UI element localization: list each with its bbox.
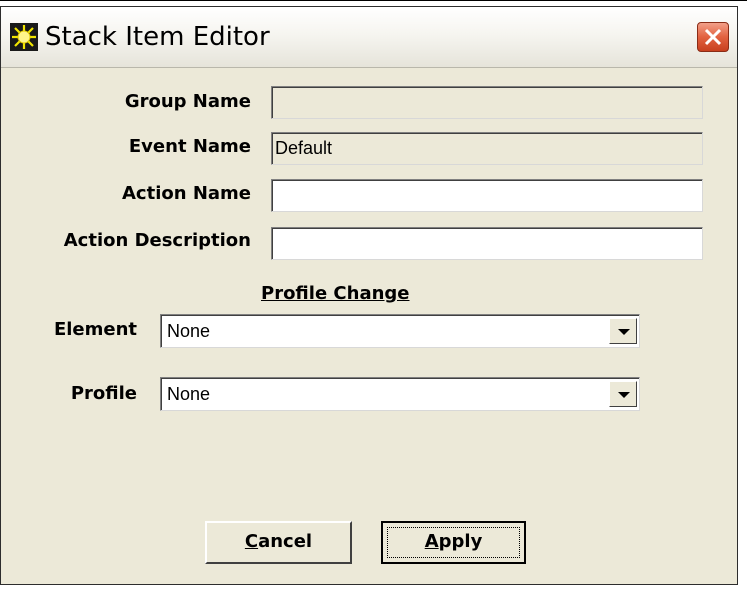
cancel-accelerator: C (244, 531, 259, 552)
profile-dropdown[interactable]: None (160, 377, 640, 411)
group-name-field[interactable] (271, 86, 703, 119)
action-name-field[interactable] (271, 179, 703, 212)
profile-change-heading: Profile Change (261, 283, 410, 304)
cancel-label-rest: ancel (258, 531, 313, 552)
profile-selected-value: None (167, 384, 211, 404)
profile-dropdown-button[interactable] (609, 381, 637, 407)
action-description-label: Action Description (63, 230, 251, 251)
element-dropdown[interactable]: None (160, 314, 640, 348)
element-dropdown-button[interactable] (609, 318, 637, 344)
close-button[interactable] (697, 22, 729, 52)
event-name-field[interactable]: Default (271, 132, 703, 165)
stack-item-editor-dialog: Stack Item Editor Group Name Event Name … (0, 6, 738, 585)
window-title: Stack Item Editor (45, 22, 270, 52)
cancel-button[interactable]: Cancel (205, 521, 352, 564)
profile-label: Profile (70, 383, 137, 404)
focus-rectangle (387, 527, 520, 558)
group-name-label: Group Name (124, 91, 251, 112)
apply-button[interactable]: Apply (381, 521, 526, 564)
element-selected-value: None (167, 321, 211, 341)
sun-icon (10, 23, 38, 51)
action-description-field[interactable] (271, 227, 703, 260)
action-name-label: Action Name (122, 183, 251, 204)
top-border-line (0, 0, 747, 1)
chevron-down-icon (618, 392, 630, 398)
chevron-down-icon (618, 329, 630, 335)
event-name-label: Event Name (128, 136, 251, 157)
close-icon (704, 28, 722, 46)
title-bar[interactable]: Stack Item Editor (1, 7, 737, 68)
element-label: Element (53, 319, 137, 340)
